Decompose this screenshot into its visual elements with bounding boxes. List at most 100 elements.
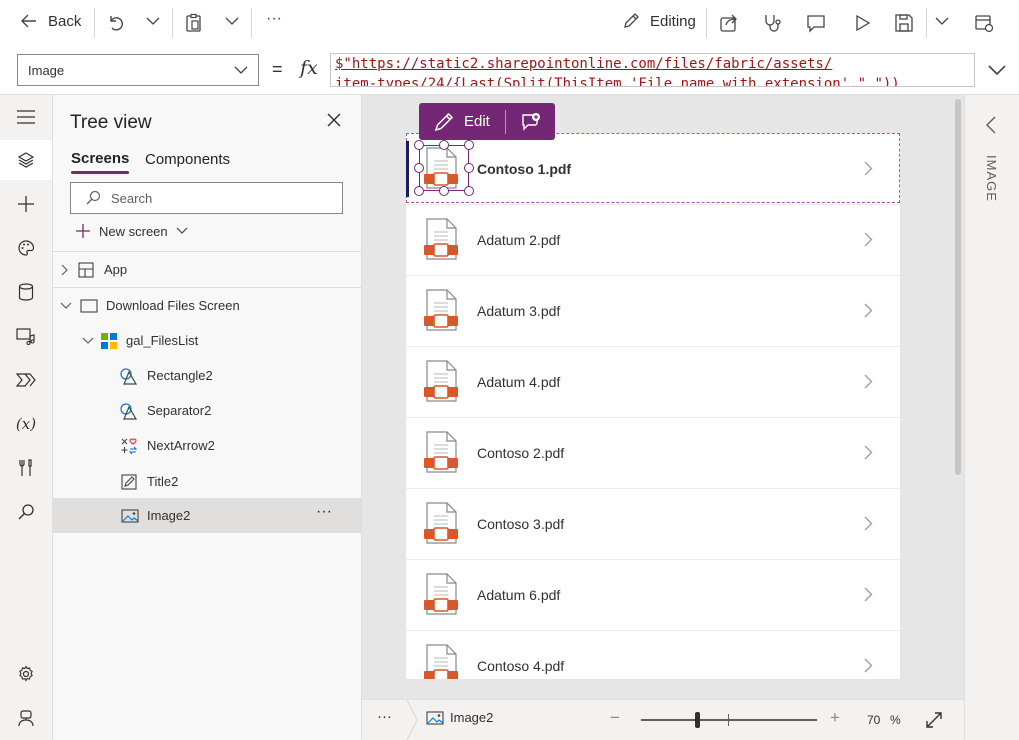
new-screen-button[interactable]: New screen — [75, 223, 188, 239]
tree-item-nextarrow2[interactable]: NextArrow2 — [53, 428, 362, 463]
comments-icon[interactable] — [806, 13, 826, 33]
resize-handle[interactable] — [414, 186, 424, 196]
file-title: Adatum 2.pdf — [477, 231, 561, 248]
tree-view-panel: Tree view Screens Components Search New … — [53, 95, 362, 740]
paste-dropdown-chevron-icon[interactable] — [225, 16, 239, 26]
close-icon[interactable] — [326, 112, 342, 128]
variables-button[interactable]: (𝑥) — [0, 404, 52, 444]
image-icon — [121, 508, 139, 523]
search-rail-button[interactable] — [0, 492, 52, 532]
more-options-button[interactable]: ··· — [316, 503, 332, 521]
hamburger-menu-button[interactable] — [0, 97, 52, 137]
tab-screens[interactable]: Screens — [71, 150, 130, 174]
save-dropdown-chevron-icon[interactable] — [935, 16, 949, 26]
editing-status[interactable]: Editing — [622, 12, 696, 30]
search-icon — [17, 503, 35, 521]
next-arrow-icon[interactable] — [864, 374, 873, 389]
breadcrumb-item-image2[interactable]: Image2 — [426, 710, 493, 725]
next-arrow-icon[interactable] — [864, 303, 873, 318]
tree-item-image2[interactable]: Image2 ··· — [53, 498, 362, 533]
resize-handle[interactable] — [439, 186, 449, 196]
zoom-slider-thumb[interactable] — [695, 712, 700, 728]
fit-to-window-icon[interactable] — [925, 711, 943, 729]
undo-dropdown-chevron-icon[interactable] — [146, 16, 160, 26]
gallery-row[interactable]: Contoso 3.pdf — [406, 488, 900, 559]
next-arrow-icon[interactable] — [864, 658, 873, 673]
media-button[interactable] — [0, 316, 52, 356]
paste-icon[interactable] — [184, 13, 204, 33]
resize-handle[interactable] — [439, 140, 449, 150]
tree-item-gal-fileslist[interactable]: gal_FilesList — [53, 323, 362, 358]
tree-item-app[interactable]: App — [53, 252, 362, 287]
canvas-scrollbar-thumb[interactable] — [955, 99, 961, 475]
hamburger-icon — [17, 110, 35, 124]
power-automate-button[interactable] — [0, 360, 52, 400]
gallery-row[interactable]: Adatum 3.pdf — [406, 275, 900, 346]
save-icon[interactable] — [894, 13, 914, 33]
gallery-row[interactable]: Contoso 1.pdf — [406, 133, 900, 204]
image-icon — [426, 710, 444, 725]
more-options-button[interactable]: ··· — [266, 10, 282, 28]
next-arrow-icon[interactable] — [864, 232, 873, 247]
pdf-file-icon — [423, 431, 459, 473]
expand-formula-chevron-icon[interactable] — [987, 64, 1007, 76]
screen-icon — [80, 298, 98, 313]
gallery-row[interactable]: Contoso 2.pdf — [406, 417, 900, 488]
tree-item-rectangle2[interactable]: Rectangle2 — [53, 358, 362, 393]
gallery-files-list[interactable]: Contoso 1.pdf Adatum 2.pdf Adatum 3.pdf Ada… — [406, 133, 900, 679]
undo-icon[interactable] — [106, 13, 126, 33]
share-icon[interactable] — [719, 13, 739, 33]
properties-panel-label[interactable]: IMAGE — [984, 155, 999, 202]
data-button[interactable] — [0, 272, 52, 312]
zoom-slider-track[interactable] — [641, 719, 817, 721]
insert-button[interactable] — [0, 184, 52, 224]
next-arrow-icon[interactable] — [864, 445, 873, 460]
formula-input[interactable]: $"https://static2.sharepointonline.com/f… — [330, 53, 975, 87]
tree-item-separator2[interactable]: Separator2 — [53, 393, 362, 428]
tree-search-box[interactable]: Search — [70, 182, 343, 214]
formula-line-1: $"https://static2.sharepointonline.com/f… — [335, 56, 833, 72]
breadcrumb-more-button[interactable]: ··· — [377, 708, 392, 725]
settings-button[interactable] — [0, 654, 52, 694]
tree-view-button[interactable] — [0, 140, 52, 180]
zoom-in-button[interactable]: + — [830, 708, 840, 728]
next-arrow-icon[interactable] — [864, 587, 873, 602]
resize-handle[interactable] — [464, 163, 474, 173]
resize-handle[interactable] — [464, 186, 474, 196]
next-arrow-icon[interactable] — [864, 161, 873, 176]
file-title: Adatum 3.pdf — [477, 302, 561, 319]
property-dropdown[interactable]: Image — [17, 54, 259, 86]
preview-play-icon[interactable] — [852, 13, 872, 33]
resize-handle[interactable] — [414, 140, 424, 150]
zoom-value[interactable]: 70 — [867, 713, 880, 727]
gallery-row[interactable]: Contoso 4.pdf — [406, 630, 900, 679]
add-comment-icon — [521, 112, 541, 132]
resize-handle[interactable] — [464, 140, 474, 150]
gallery-row[interactable]: Adatum 2.pdf — [406, 204, 900, 275]
properties-panel-collapsed: IMAGE — [964, 95, 1019, 740]
publish-icon[interactable] — [974, 13, 994, 33]
gallery-row[interactable]: Adatum 6.pdf — [406, 559, 900, 630]
app-checker-stethoscope-icon[interactable] — [762, 13, 782, 33]
themes-button[interactable] — [0, 228, 52, 268]
search-icon — [85, 190, 101, 206]
edit-button[interactable]: Edit — [419, 103, 505, 140]
fx-icon[interactable]: fx — [300, 57, 318, 79]
tree-item-download-files-screen[interactable]: Download Files Screen — [53, 288, 362, 323]
gallery-row[interactable]: Adatum 4.pdf — [406, 346, 900, 417]
back-button[interactable]: Back — [20, 12, 81, 30]
tab-components[interactable]: Components — [145, 151, 230, 168]
resize-handle[interactable] — [414, 163, 424, 173]
next-arrow-icon[interactable] — [864, 516, 873, 531]
advanced-tools-button[interactable] — [0, 448, 52, 488]
virtual-agent-button[interactable] — [0, 698, 52, 738]
row-separator — [406, 417, 900, 418]
row-separator — [406, 488, 900, 489]
tree-item-title2[interactable]: Title2 — [53, 464, 362, 499]
chevron-left-icon[interactable] — [986, 116, 996, 134]
add-comment-button[interactable] — [506, 112, 555, 132]
file-title: Adatum 6.pdf — [477, 586, 561, 603]
left-nav-rail: (𝑥) — [0, 95, 53, 740]
zoom-out-button[interactable]: − — [610, 708, 620, 728]
design-canvas: Contoso 1.pdf Adatum 2.pdf Adatum 3.pdf Ada… — [362, 95, 964, 699]
